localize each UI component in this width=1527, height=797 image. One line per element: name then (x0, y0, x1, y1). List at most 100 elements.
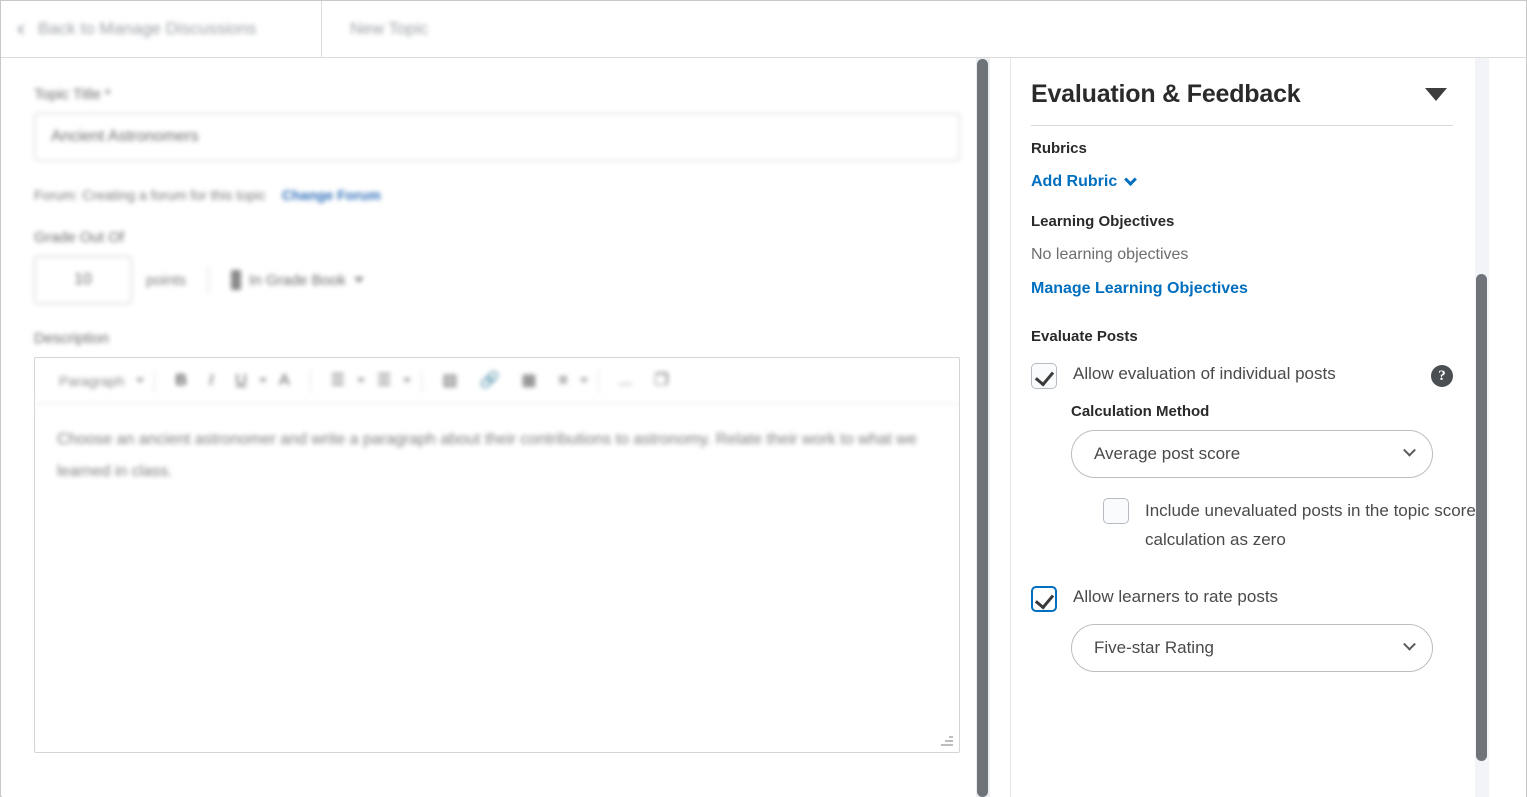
calculation-method-label: Calculation Method (1071, 403, 1210, 420)
list-button[interactable]: ☰ (367, 367, 401, 395)
grade-row: 10 points In Grade Book (34, 256, 976, 304)
allow-evaluation-label: Allow evaluation of individual posts (1073, 364, 1336, 383)
topic-title-value: Ancient Astronomers (51, 128, 199, 145)
topic-title-label: Topic Title * (34, 86, 111, 103)
text-color-icon: A (278, 371, 290, 389)
align-button[interactable]: ☰ (321, 367, 355, 395)
chevron-down-icon[interactable] (356, 378, 365, 383)
include-unevaluated-checkbox[interactable] (1103, 498, 1129, 524)
evaluate-posts-label: Evaluate Posts (1031, 328, 1138, 345)
editor-toolbar: Paragraph B I U A ☰ ☰ ▧ 🔗 ▦ ≡ ... ❐ (35, 358, 959, 404)
chevron-down-icon[interactable] (136, 378, 145, 383)
grade-out-of-group: Grade Out Of 10 points In Grade Book (34, 229, 976, 304)
paragraph-style-dropdown[interactable]: Paragraph (49, 367, 134, 395)
panel-title: Evaluation & Feedback (1031, 80, 1301, 108)
panel-header[interactable]: Evaluation & Feedback (1031, 80, 1453, 125)
italic-icon: I (208, 371, 214, 389)
list-icon: ☰ (376, 371, 392, 389)
chevron-down-icon[interactable] (258, 378, 267, 383)
back-tab-label: Back to Manage Discussions (38, 19, 257, 38)
left-pane-scrollbar-thumb[interactable] (977, 59, 988, 797)
chevron-down-icon[interactable] (403, 378, 412, 383)
calculation-method-value: Average post score (1094, 444, 1241, 463)
fullscreen-icon: ❐ (654, 371, 669, 389)
allow-evaluation-row[interactable]: Allow evaluation of individual posts ? (1031, 361, 1453, 389)
help-icon[interactable]: ? (1431, 365, 1453, 387)
fullscreen-button[interactable]: ❐ (644, 367, 678, 395)
italic-button[interactable]: I (199, 367, 223, 395)
topic-form-pane: Topic Title * Ancient Astronomers Forum:… (2, 58, 976, 797)
tab-new-topic[interactable]: New Topic (322, 1, 456, 57)
description-text[interactable]: Choose an ancient astronomer and write a… (35, 404, 959, 508)
toolbar-divider (154, 368, 156, 393)
learning-objectives-label: Learning Objectives (1031, 213, 1175, 230)
forum-text: Forum: Creating a forum for this topic (34, 187, 266, 203)
editor-resize-handle[interactable] (939, 732, 953, 746)
description-group: Description Paragraph B I U A ☰ ☰ ▧ 🔗 ▦ … (34, 330, 976, 753)
manage-learning-objectives-link[interactable]: Manage Learning Objectives (1031, 280, 1453, 298)
right-edge-fill (1489, 58, 1526, 797)
toolbar-divider (597, 368, 599, 393)
calculation-method-group: Calculation Method Average post score (1071, 403, 1453, 478)
divider (208, 265, 210, 295)
allow-rate-posts-row[interactable]: Allow learners to rate posts (1031, 584, 1453, 612)
rubrics-label: Rubrics (1031, 140, 1087, 157)
allow-rate-posts-checkbox[interactable] (1031, 586, 1057, 612)
gradebook-icon (231, 270, 242, 290)
chevron-down-icon[interactable] (579, 378, 588, 383)
toolbar-divider (421, 368, 423, 393)
change-forum-link[interactable]: Change Forum (282, 187, 381, 203)
equation-button[interactable]: ≡ (549, 367, 578, 395)
pane-gap (990, 58, 1010, 797)
include-unevaluated-label: Include unevaluated posts in the topic s… (1145, 501, 1475, 549)
calculation-method-select[interactable]: Average post score (1071, 430, 1433, 478)
underline-icon: U (235, 371, 247, 389)
paragraph-style-label: Paragraph (59, 372, 125, 389)
rating-type-value: Five-star Rating (1094, 638, 1214, 657)
topic-title-input[interactable]: Ancient Astronomers (34, 113, 960, 161)
topic-title-group: Topic Title * Ancient Astronomers (2, 58, 976, 161)
grade-out-of-input[interactable]: 10 (34, 256, 132, 304)
chevron-down-icon (1124, 172, 1138, 186)
description-editor[interactable]: Paragraph B I U A ☰ ☰ ▧ 🔗 ▦ ≡ ... ❐ Choo… (34, 357, 960, 753)
add-rubric-link[interactable]: Add Rubric (1031, 172, 1138, 191)
top-tab-bar: Back to Manage Discussions New Topic (1, 1, 1526, 58)
toolbar-divider (309, 368, 311, 393)
align-left-icon: ☰ (330, 371, 345, 389)
allow-evaluation-checkbox[interactable] (1031, 363, 1057, 389)
quicklink-icon: 🔗 (479, 371, 500, 389)
grade-value: 10 (74, 271, 92, 288)
bold-icon: B (175, 371, 187, 389)
include-unevaluated-row[interactable]: Include unevaluated posts in the topic s… (1103, 496, 1475, 554)
points-label: points (146, 271, 187, 289)
add-rubric-label: Add Rubric (1031, 173, 1118, 190)
allow-rate-posts-label: Allow learners to rate posts (1073, 587, 1279, 606)
tab-back-to-manage-discussions[interactable]: Back to Manage Discussions (1, 1, 321, 57)
in-grade-book-label: In Grade Book (249, 271, 346, 289)
chevron-down-icon (353, 277, 364, 283)
rating-type-group: Five-star Rating (1071, 624, 1453, 672)
bold-button[interactable]: B (165, 367, 197, 395)
description-label: Description (34, 330, 110, 347)
quicklink-button[interactable]: 🔗 (469, 367, 509, 395)
in-grade-book-dropdown[interactable]: In Grade Book (231, 270, 364, 290)
chevron-down-icon (1403, 637, 1416, 651)
ellipsis-icon: ... (618, 371, 633, 389)
underline-button[interactable]: U (225, 367, 257, 395)
no-learning-objectives-text: No learning objectives (1031, 246, 1189, 263)
grade-out-of-label: Grade Out Of (34, 229, 125, 246)
more-options-button[interactable]: ... (609, 367, 642, 395)
chevron-left-icon (17, 24, 28, 34)
equation-icon: ≡ (558, 371, 568, 389)
panel-divider (1031, 125, 1453, 126)
right-pane-scrollbar-thumb[interactable] (1476, 274, 1487, 761)
text-color-button[interactable]: A (269, 367, 300, 395)
evaluation-feedback-panel: Evaluation & Feedback Rubrics Add Rubric… (1010, 58, 1475, 797)
insert-stuff-button[interactable]: ▧ (432, 367, 467, 395)
rating-type-select[interactable]: Five-star Rating (1071, 624, 1433, 672)
new-topic-tab-label: New Topic (350, 19, 429, 38)
forum-row: Forum: Creating a forum for this topic C… (34, 187, 976, 203)
insert-image-button[interactable]: ▦ (511, 367, 546, 395)
caret-down-icon[interactable] (1425, 88, 1447, 101)
image-icon: ▦ (521, 371, 537, 389)
